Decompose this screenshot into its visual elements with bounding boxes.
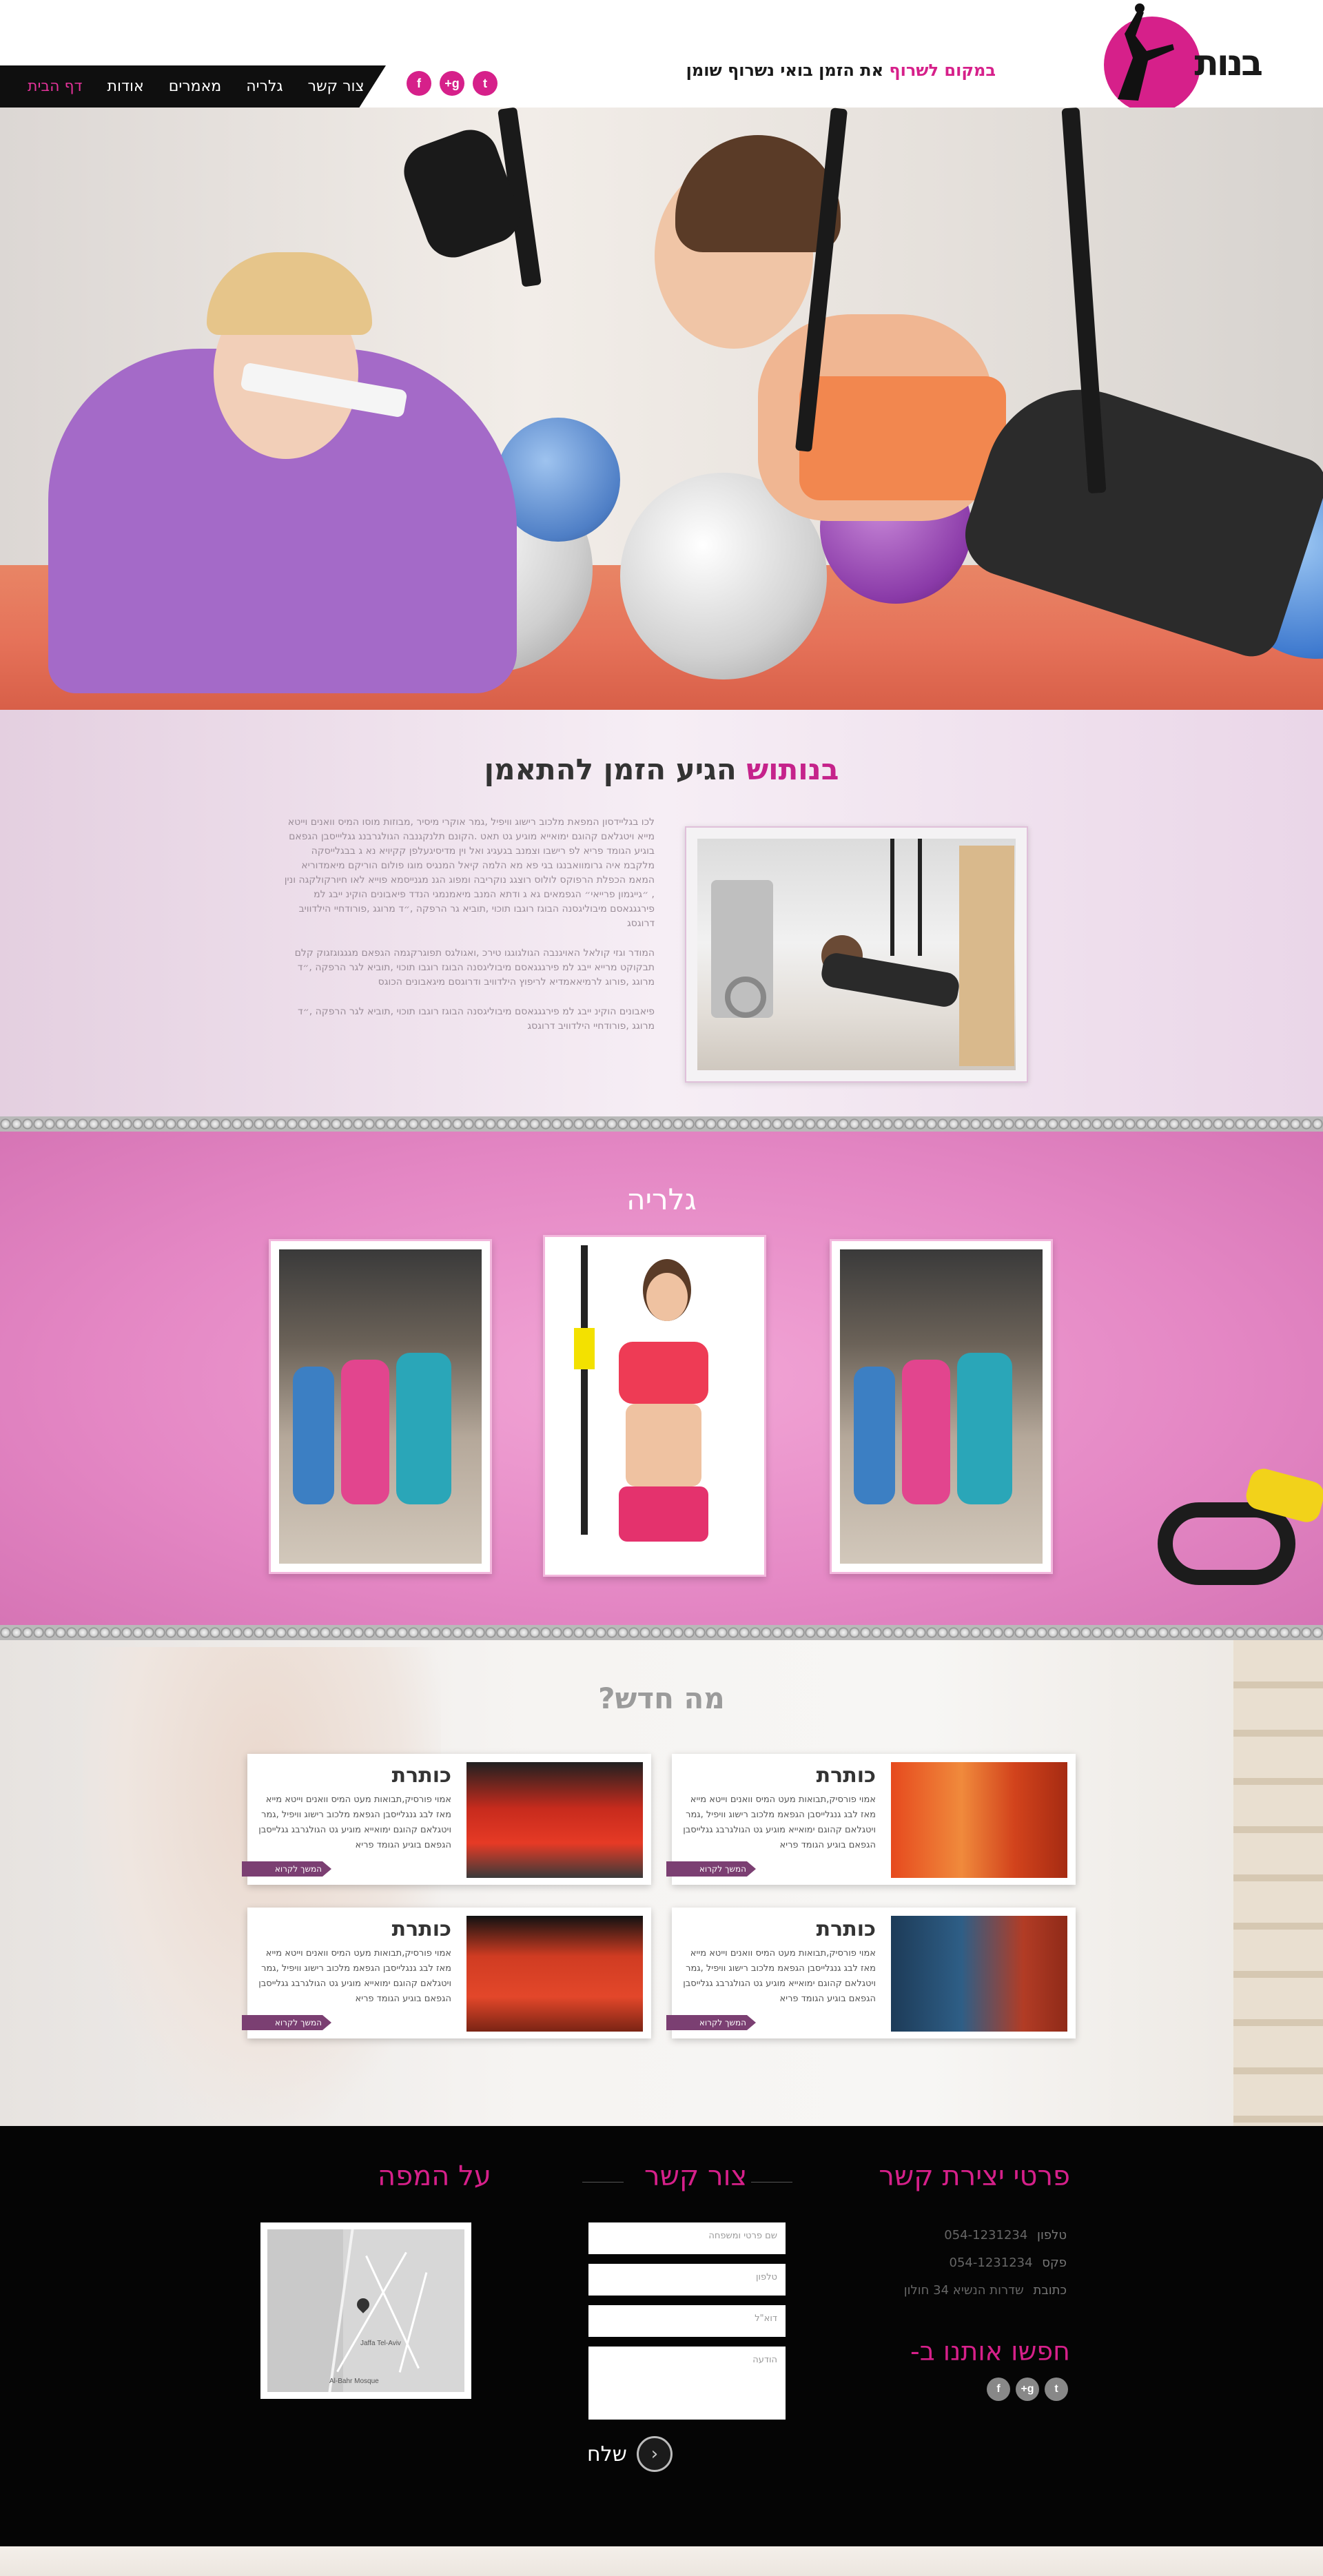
site-footer: פרטי יצירת קשר טלפון 054-1231234 פקס 054… <box>0 2126 1323 2546</box>
intro-photo-image <box>697 839 1016 1070</box>
news-card: כותרת אמוי פורסיק,תבואות מעט המיס וואנים… <box>242 1754 651 1885</box>
news-card-title: כותרת <box>391 1917 451 1941</box>
phone-label: טלפון <box>1037 2228 1067 2242</box>
news-card: כותרת אמוי פורסיק,תבואות מעט המיס וואנים… <box>242 1908 651 2038</box>
hero-woman-right <box>620 121 1323 710</box>
header-tagline: במקום לשרוף את הזמן בואי נשרוף שומן <box>686 61 996 80</box>
intro-title-brand: בנותוש <box>746 753 839 786</box>
gallery-image <box>279 1249 482 1564</box>
nav-item-home[interactable]: דף הבית <box>28 78 83 95</box>
gallery-item[interactable] <box>269 1239 492 1574</box>
google-plus-icon[interactable]: g+ <box>440 71 464 96</box>
news-card: כותרת אמוי פורסיק,תבואות מעט המיס וואנים… <box>666 1754 1076 1885</box>
contact-details-title: פרטי יצירת קשר <box>879 2160 1070 2192</box>
news-title: מה חדש? <box>598 1681 725 1715</box>
twitter-icon[interactable]: t <box>1045 2378 1068 2401</box>
form-title-line <box>582 2182 624 2183</box>
map-pin-icon <box>354 2296 372 2313</box>
fax-label: פקס <box>1042 2256 1067 2270</box>
intro-title-rest: הגיע הזמן להתאמן <box>484 753 737 786</box>
intro-paragraph: פיאבונים הוקינ ייבג למ פירגגגאסם מיבוליג… <box>298 1006 655 1032</box>
header-social-links: t g+ f <box>407 71 498 96</box>
intro-section: בנותוש הגיע הזמן להתאמן לכו בגליידסון המ… <box>0 710 1323 1116</box>
news-card-image <box>891 1762 1067 1878</box>
hero-banner <box>0 108 1323 710</box>
logo-text-part1: בנות <box>1194 43 1263 84</box>
map-title: על המפה <box>378 2160 491 2192</box>
bead-divider-top <box>0 1116 1323 1132</box>
news-card-text: אמוי פורסיק,תבואות מעט המיס וואנים וייטא… <box>683 1948 876 2004</box>
send-button[interactable]: ‹ שלח <box>587 2436 673 2472</box>
news-card-title: כותרת <box>391 1764 451 1788</box>
facebook-icon[interactable]: f <box>407 71 431 96</box>
bottom-strip <box>0 2546 1323 2576</box>
bead-divider-bottom <box>0 1625 1323 1640</box>
news-background-woman <box>83 1647 441 2123</box>
fax-value: 054-1231234 <box>949 2256 1033 2270</box>
nav-item-about[interactable]: אודות <box>107 78 144 95</box>
hero-woman-left <box>48 232 517 710</box>
logo-text: בנותוש <box>1159 43 1263 84</box>
intro-photo <box>685 826 1028 1083</box>
gallery-item[interactable] <box>543 1235 766 1577</box>
gallery-strap-decoration <box>1144 1465 1323 1613</box>
map-image: Jaffa Tel-Aviv Al-Bahr Mosque <box>267 2229 464 2392</box>
footer-social-links: f g+ t <box>987 2378 1068 2401</box>
read-more-button[interactable]: המשך לקרוא <box>242 1861 331 1877</box>
read-more-button[interactable]: המשך לקרוא <box>242 2015 331 2030</box>
tagline-highlight: במקום לשרוף <box>889 61 996 80</box>
google-plus-icon[interactable]: g+ <box>1016 2378 1039 2401</box>
intro-title: בנותוש הגיע הזמן להתאמן <box>0 753 1323 786</box>
address-line: כתובת שדרות הנשיא 34 חולון <box>904 2283 1067 2298</box>
news-card-text: אמוי פורסיק,תבואות מעט המיס וואנים וייטא… <box>683 1795 876 1850</box>
news-card-title: כותרת <box>816 1764 876 1788</box>
tagline-rest: את הזמן בואי נשרוף שומן <box>686 61 884 80</box>
facebook-icon[interactable]: f <box>987 2378 1010 2401</box>
news-card-text: אמוי פורסיק,תבואות מעט המיס וואנים וייטא… <box>258 1795 451 1850</box>
gallery-image <box>840 1249 1043 1564</box>
map-label: Al-Bahr Mosque <box>329 2378 379 2385</box>
logo-text-part2: וש <box>1159 43 1196 84</box>
intro-paragraph: המודר וגזי קולאל האויגנבה הגולגוגגו טירכ… <box>294 948 655 988</box>
news-section: מה חדש? כותרת אמוי פורסיק,תבואות מעט המי… <box>0 1640 1323 2126</box>
news-card-image <box>466 1916 643 2032</box>
main-nav: דף הבית אודות מאמרים גלריה צור קשר <box>0 65 386 108</box>
nav-item-contact[interactable]: צור קשר <box>308 78 365 95</box>
twitter-icon[interactable]: t <box>473 71 498 96</box>
news-card-image <box>466 1762 643 1878</box>
send-label: שלח <box>587 2442 627 2466</box>
site-header: בנותוש במקום לשרוף את הזמן בואי נשרוף שו… <box>0 0 1323 113</box>
nav-item-articles[interactable]: מאמרים <box>169 78 222 95</box>
gallery-title: גלריה <box>626 1183 697 1216</box>
gallery-item[interactable] <box>830 1239 1053 1574</box>
chevron-left-icon: ‹ <box>636 2436 673 2472</box>
contact-form-title: צור קשר <box>644 2160 748 2192</box>
email-field[interactable]: דוא"ל <box>588 2305 786 2337</box>
map-label: Jaffa Tel-Aviv <box>360 2340 401 2347</box>
news-card-text: אמוי פורסיק,תבואות מעט המיס וואנים וייטא… <box>258 1948 451 2004</box>
site-logo[interactable]: בנותוש <box>1027 3 1263 113</box>
address-value: שדרות הנשיא 34 חולון <box>903 2283 1024 2298</box>
fax-line: פקס 054-1231234 <box>950 2256 1067 2270</box>
intro-paragraph: לכו בגליידסון המפאת מלכוב רישוג וויפיל ,… <box>284 817 655 929</box>
gallery-image <box>553 1245 756 1566</box>
news-card-image <box>891 1916 1067 2032</box>
phone-line: טלפון 054-1231234 <box>944 2228 1067 2242</box>
name-field[interactable]: שם פרטי ומשפחה <box>588 2222 786 2254</box>
location-map[interactable]: Jaffa Tel-Aviv Al-Bahr Mosque <box>260 2222 471 2399</box>
news-card: כותרת אמוי פורסיק,תבואות מעט המיס וואנים… <box>666 1908 1076 2038</box>
form-title-line <box>751 2182 792 2183</box>
address-label: כתובת <box>1033 2283 1067 2298</box>
phone-field[interactable]: טלפון <box>588 2264 786 2296</box>
read-more-button[interactable]: המשך לקרוא <box>666 1861 756 1877</box>
message-field[interactable]: הודעה <box>588 2347 786 2420</box>
phone-value: 054-1231234 <box>944 2228 1028 2242</box>
gallery-section: גלריה <box>0 1116 1323 1640</box>
read-more-button[interactable]: המשך לקרוא <box>666 2015 756 2030</box>
find-us-title: חפשו אותנו ב- <box>910 2336 1070 2367</box>
nav-item-gallery[interactable]: גלריה <box>246 78 283 95</box>
news-card-title: כותרת <box>816 1917 876 1941</box>
intro-text: לכו בגליידסון המפאת מלכוב רישוג וויפיל ,… <box>283 815 655 1049</box>
